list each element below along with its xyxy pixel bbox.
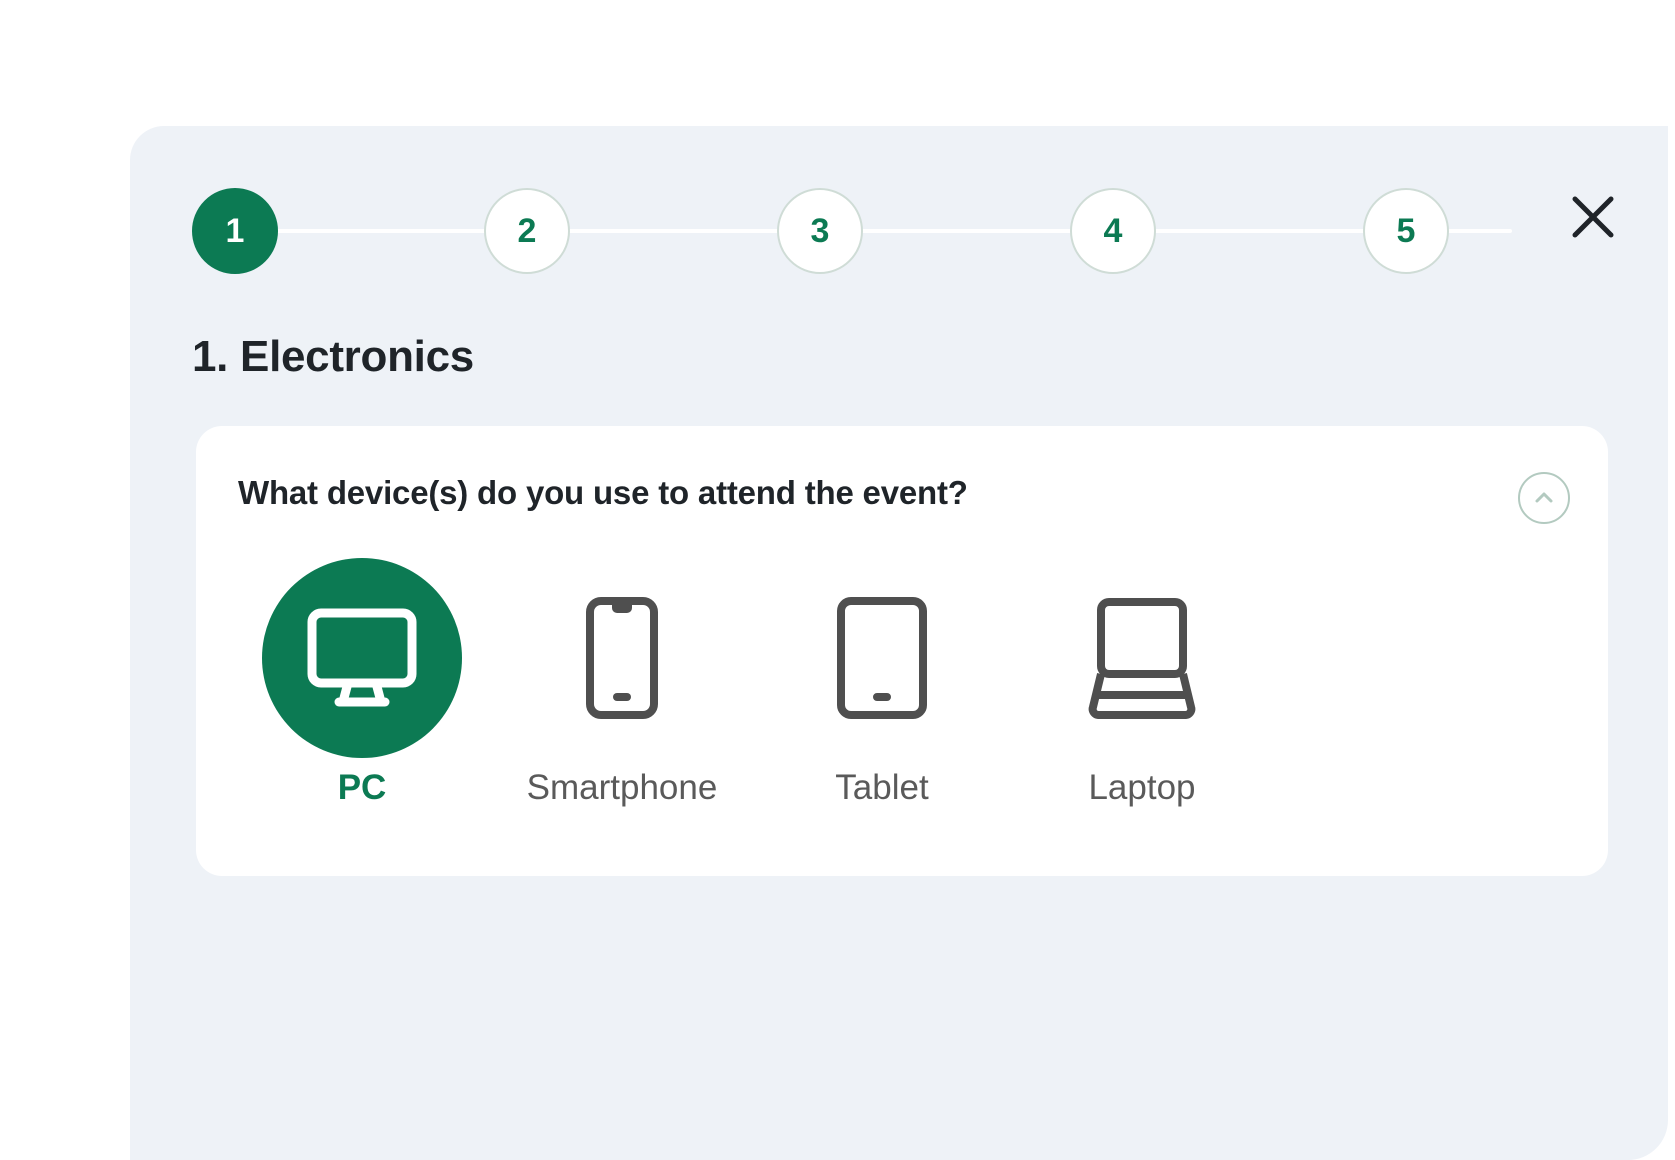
page-title: 1. Electronics <box>192 332 474 381</box>
question-card: What device(s) do you use to attend the … <box>196 426 1608 876</box>
stepper-step-3[interactable]: 3 <box>777 188 863 274</box>
monitor-icon <box>262 558 462 758</box>
stepper-step-1-number: 1 <box>225 211 245 250</box>
chevron-up-icon[interactable] <box>1518 472 1570 524</box>
stepper-step-3-number: 3 <box>810 211 830 250</box>
stepper-step-5[interactable]: 5 <box>1363 188 1449 274</box>
survey-modal-panel: 1 2 3 4 5 1. Electronics What device(s) … <box>130 126 1668 1160</box>
question-label: What device(s) do you use to attend the … <box>238 474 968 511</box>
device-option-pc-label: PC <box>337 768 387 807</box>
app-shell: 1 2 3 4 5 1. Electronics What device(s) … <box>8 8 1668 1160</box>
stepper-step-2-number: 2 <box>517 211 537 250</box>
device-option-laptop-label: Laptop <box>1088 768 1196 807</box>
device-options-group: PC Smartphone Tablet Laptop <box>232 558 1272 808</box>
device-option-laptop[interactable]: Laptop <box>1012 558 1272 808</box>
stepper-step-4-number: 4 <box>1103 211 1123 250</box>
device-option-smartphone[interactable]: Smartphone <box>492 558 752 808</box>
device-option-tablet[interactable]: Tablet <box>752 558 1012 808</box>
stepper-step-1[interactable]: 1 <box>192 188 278 274</box>
stepper-step-4[interactable]: 4 <box>1070 188 1156 274</box>
tablet-icon <box>782 558 982 758</box>
stepper-step-5-number: 5 <box>1396 211 1416 250</box>
laptop-icon <box>1042 558 1242 758</box>
device-option-pc[interactable]: PC <box>232 558 492 808</box>
step-progress-bar: 1 2 3 4 5 <box>192 188 1512 274</box>
device-option-tablet-label: Tablet <box>835 768 929 807</box>
device-option-smartphone-label: Smartphone <box>526 768 718 807</box>
smartphone-icon <box>522 558 722 758</box>
stepper-step-2[interactable]: 2 <box>484 188 570 274</box>
close-icon[interactable] <box>1560 184 1626 250</box>
